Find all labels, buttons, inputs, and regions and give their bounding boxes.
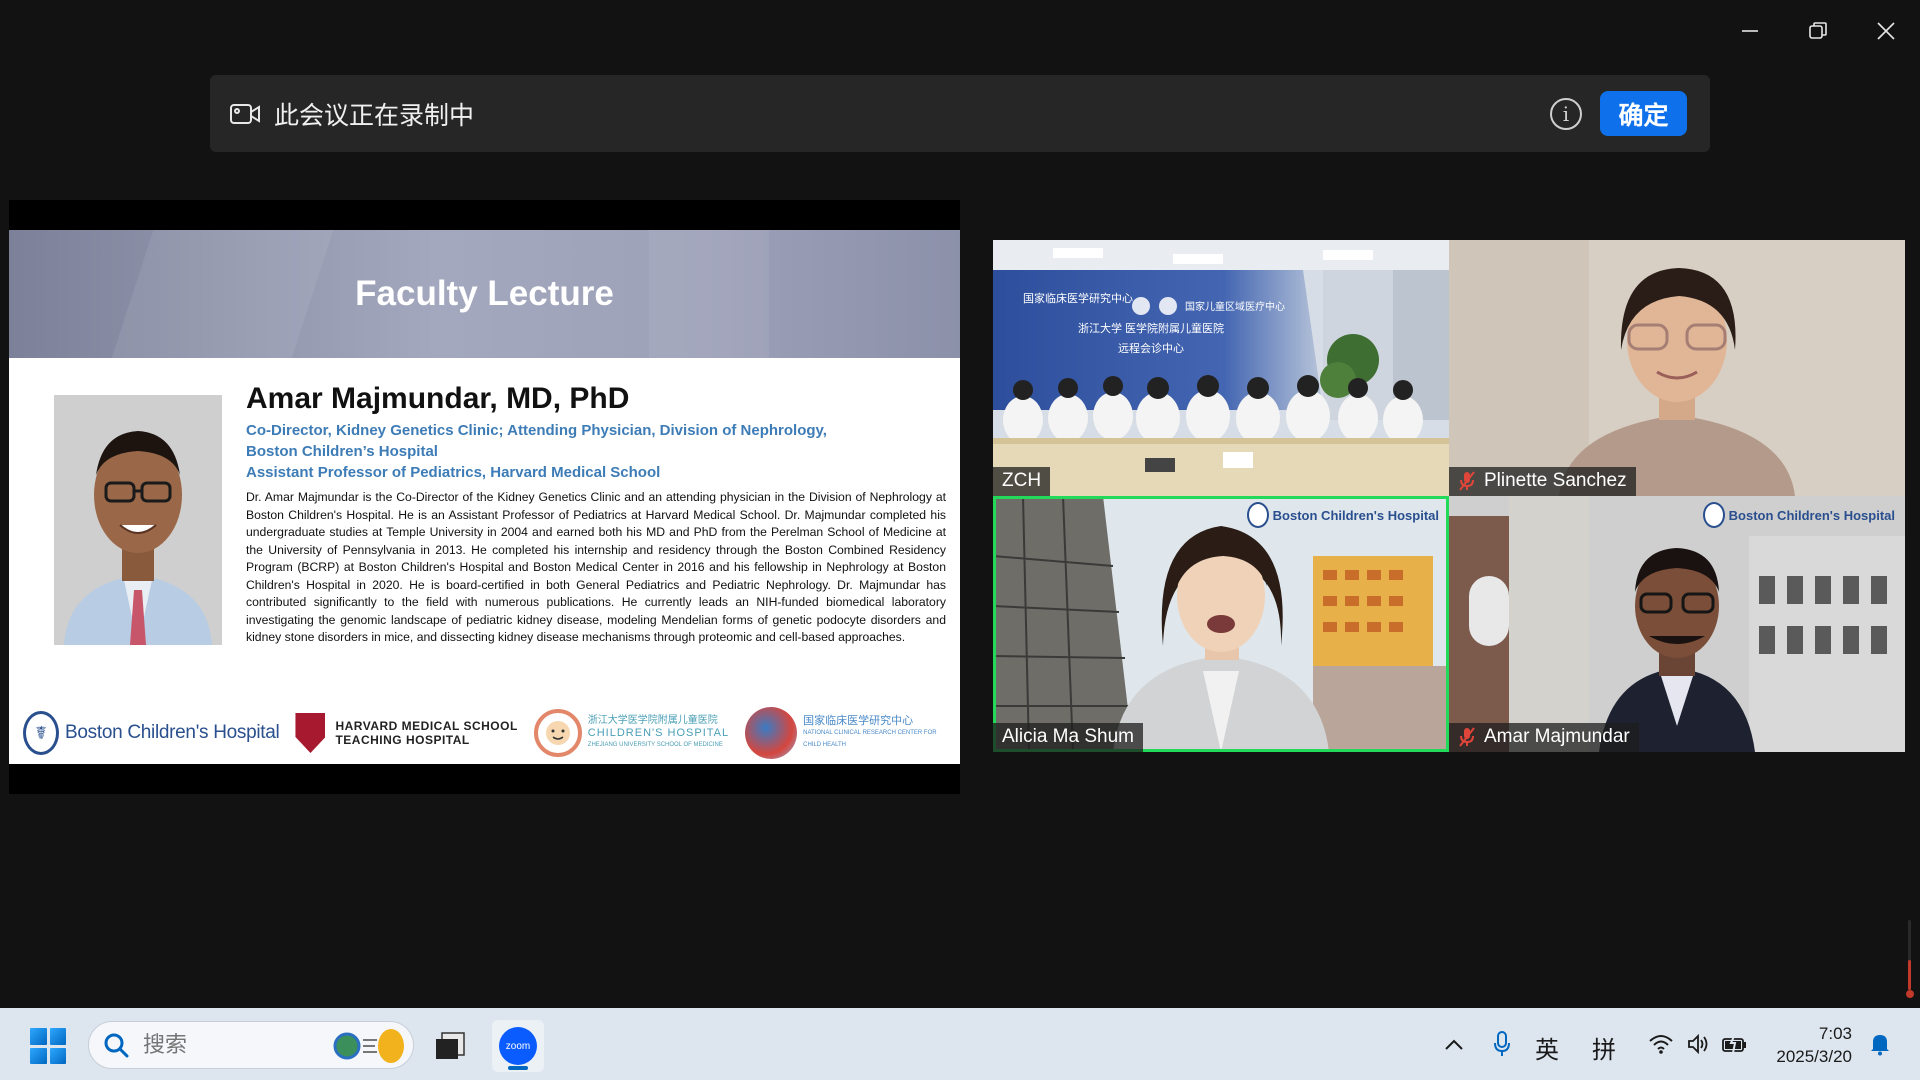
search-input[interactable] (143, 1032, 323, 1058)
video-tile-alicia-ma-shum[interactable]: Boston Children's Hospital Alicia Ma Shu… (993, 496, 1449, 752)
recording-message: 此会议正在录制中 (274, 101, 475, 130)
taskbar-app-zoom[interactable]: zoom (492, 1020, 544, 1072)
volume-tray-button[interactable] (1684, 1030, 1712, 1058)
close-button[interactable] (1852, 0, 1920, 62)
svg-text:国家儿童区域医疗中心: 国家儿童区域医疗中心 (1185, 300, 1285, 313)
minimize-button[interactable] (1716, 0, 1784, 62)
battery-charging-icon (1722, 1033, 1746, 1054)
slide-title: Faculty Lecture (355, 274, 614, 313)
microphone-icon (1494, 1031, 1510, 1056)
confirm-button[interactable]: 确定 (1600, 91, 1687, 136)
bch-emblem-icon (1246, 502, 1269, 528)
speaker-role-line-2: Boston Children’s Hospital (246, 443, 438, 460)
participant-video (1449, 496, 1905, 752)
svg-text:远程会诊中心: 远程会诊中心 (1118, 341, 1184, 355)
bch-watermark: Boston Children's Hospital (1702, 502, 1895, 528)
search-highlight-icon (333, 1029, 404, 1063)
close-icon (1877, 22, 1895, 40)
ncrc-logo: 国家临床医学研究中心 NATIONAL CLINICAL RESEARCH CE… (745, 707, 937, 759)
taskbar-app-task-view[interactable] (424, 1020, 476, 1072)
scroll-indicator-icon (1906, 920, 1914, 998)
participant-video (1449, 240, 1905, 496)
video-tile-zch[interactable]: 国家临床医学研究中心 国家儿童区域医疗中心 浙江大学 医学院附属儿童医院 远程会… (993, 240, 1449, 496)
slide-header: Faculty Lecture (9, 230, 960, 358)
participant-name-label: Amar Majmundar (1449, 723, 1639, 752)
participant-name-label: Alicia Ma Shum (993, 723, 1143, 752)
speaker-bio: Dr. Amar Majmundar is the Co-Director of… (246, 490, 946, 644)
taskbar-search[interactable] (88, 1021, 414, 1069)
bch-emblem-icon (1702, 502, 1725, 528)
video-gallery: 国家临床医学研究中心 国家儿童区域医疗中心 浙江大学 医学院附属儿童医院 远程会… (993, 240, 1905, 752)
bch-watermark: Boston Children's Hospital (1246, 502, 1439, 528)
active-app-indicator (508, 1066, 528, 1070)
harvard-shield-icon (295, 713, 326, 753)
bell-icon (1871, 1035, 1889, 1056)
chevron-up-icon (1445, 1039, 1463, 1050)
network-tray-button[interactable] (1646, 1030, 1676, 1058)
clock-date: 2025/3/20 (1776, 1047, 1852, 1066)
zoom-app-icon: zoom (499, 1027, 537, 1065)
hms-logo: HARVARD MEDICAL SCHOOL TEACHING HOSPITAL (295, 713, 517, 753)
notifications-button[interactable] (1866, 1030, 1894, 1058)
windows-taskbar: zoom 英 拼 7:03 2025/3/20 (0, 1008, 1920, 1080)
svg-text:浙江大学 医学院附属儿童医院: 浙江大学 医学院附属儿童医院 (1078, 321, 1224, 335)
show-hidden-icons-button[interactable] (1440, 1030, 1468, 1058)
presentation-slide: Faculty Lecture Amar Majmundar, MD, PhD … (9, 230, 960, 764)
slide-logos: ☤ Boston Children's Hospital HARVARD MED… (23, 705, 953, 761)
participant-name-label: Plinette Sanchez (1449, 467, 1636, 496)
ime-language-indicator[interactable]: 英 (1535, 1030, 1559, 1065)
wifi-icon (1649, 1035, 1673, 1054)
task-view-icon (436, 1032, 465, 1059)
restore-button[interactable] (1784, 0, 1852, 62)
restore-icon (1809, 22, 1827, 39)
info-icon[interactable]: i (1550, 97, 1582, 130)
lion-face-icon (533, 709, 582, 757)
ime-mode-indicator[interactable]: 拼 (1592, 1030, 1616, 1065)
svg-text:国家临床医学研究中心: 国家临床医学研究中心 (1023, 291, 1133, 305)
video-tile-plinette-sanchez[interactable]: Plinette Sanchez (1449, 240, 1905, 496)
microphone-muted-icon (1458, 726, 1476, 748)
speaker-name: Amar Majmundar, MD, PhD (246, 382, 630, 415)
start-button[interactable] (30, 1028, 66, 1064)
microphone-muted-icon (1458, 470, 1476, 492)
recording-banner: 此会议正在录制中 i 确定 (210, 75, 1710, 152)
video-camera-icon (228, 97, 262, 131)
speaker-role-line-3: Assistant Professor of Pediatrics, Harva… (246, 464, 661, 481)
participant-video (993, 496, 1449, 752)
speaker-icon (1688, 1033, 1708, 1055)
bch-logo: ☤ Boston Children's Hospital (23, 711, 280, 755)
bch-emblem-icon: ☤ (23, 711, 59, 755)
participant-name-label: ZCH (993, 467, 1051, 496)
minimize-icon (1742, 30, 1758, 32)
video-tile-amar-majmundar[interactable]: Boston Children's Hospital Amar Majmunda… (1449, 496, 1905, 752)
shared-screen: Faculty Lecture Amar Majmundar, MD, PhD … (9, 200, 960, 794)
speaker-role-line-1: Co-Director, Kidney Genetics Clinic; Att… (246, 422, 827, 439)
window-controls (1716, 0, 1920, 62)
microphone-tray-button[interactable] (1488, 1028, 1516, 1060)
battery-tray-button[interactable] (1720, 1030, 1750, 1058)
globe-emblem-icon (745, 707, 798, 759)
zch-logo: 浙江大学医学院附属儿童医院 CHILDREN'S HOSPITAL ZHEJIA… (533, 709, 729, 757)
taskbar-clock[interactable]: 7:03 2025/3/20 (1776, 1022, 1852, 1068)
search-icon (104, 1033, 129, 1058)
clock-time: 7:03 (1818, 1024, 1852, 1043)
conference-room-video: 国家临床医学研究中心 国家儿童区域医疗中心 浙江大学 医学院附属儿童医院 远程会… (993, 240, 1449, 496)
speaker-photo (54, 395, 222, 645)
